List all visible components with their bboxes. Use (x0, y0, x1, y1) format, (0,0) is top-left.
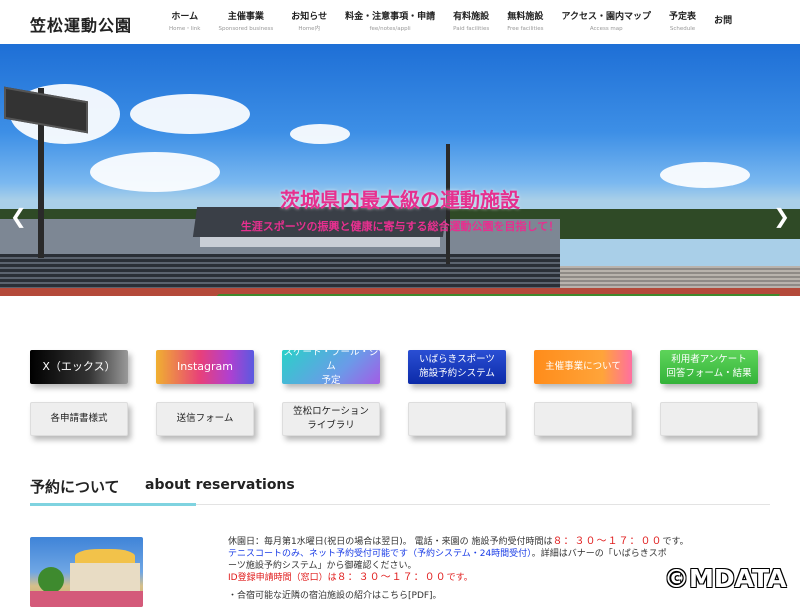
button-label: 予定 (321, 375, 341, 386)
nav-access-map[interactable]: アクセス・園内マップ Access map (552, 0, 660, 44)
far-grandstand (560, 266, 800, 288)
send-form-button[interactable]: 送信フォーム (156, 402, 254, 436)
nav-home[interactable]: ホーム Home・link (160, 0, 209, 44)
button-label: 回答フォーム・結果 (666, 368, 752, 379)
nav-label: 主催事業 (227, 11, 264, 22)
nav-free-facilities[interactable]: 無料施設 Free facilities (498, 0, 552, 44)
section-title-en: about reservations (145, 477, 295, 493)
grass-field (170, 294, 780, 296)
grandstand-roof-edge (200, 237, 440, 247)
button-label: Instagram (177, 360, 233, 373)
sponsored-events-button[interactable]: 主催事業について (534, 350, 632, 384)
flowerbed (30, 591, 143, 607)
reservation-system-button[interactable]: いばらきスポーツ 施設予約システム (408, 350, 506, 384)
button-label: X（エックス） (42, 360, 116, 373)
blank-button[interactable] (408, 402, 506, 436)
info-line: 休園日：毎月第1水曜日(祝日の場合は翌日)。 電話・来園の 施設予約受付時間は８… (228, 536, 788, 548)
button-label: 送信フォーム (176, 413, 234, 424)
hero-slider: 茨城県内最大級の運動施設 生涯スポーツの振興と健康に寄与する総合運動公園を目指し… (0, 44, 800, 296)
site-logo[interactable]: 笠松運動公園 (30, 12, 132, 36)
nav-sublabel: Home内 (298, 25, 321, 32)
main-nav: ホーム Home・link 主催事業 Sponsored business お知… (160, 0, 741, 44)
button-label: スケート・プール・ジム (283, 347, 379, 372)
info-text: 。詳細はバナーの「いばらきスポ (531, 549, 667, 559)
nav-sublabel: Paid facilities (453, 25, 490, 32)
hours-text: ８：３０～１７：００ (552, 536, 663, 547)
section-divider-accent (30, 503, 196, 506)
chevron-left-icon[interactable]: ❮ (10, 204, 27, 228)
cloud-decor (290, 124, 350, 144)
nav-label: ホーム (171, 11, 199, 22)
nav-schedule[interactable]: 予定表 Schedule (660, 0, 705, 44)
nav-contact[interactable]: お問 (705, 0, 741, 44)
blank-button[interactable] (660, 402, 758, 436)
hero-subtitle: 生涯スポーツの振興と健康に寄与する総合運動公園を目指して！ (240, 220, 560, 233)
location-library-button[interactable]: 笠松ロケーション ライブラリ (282, 402, 380, 436)
facility-photo (30, 537, 143, 607)
application-forms-button[interactable]: 各申請書様式 (30, 402, 128, 436)
nav-fees[interactable]: 料金・注意事項・申請 fee/notes/appli (336, 0, 444, 44)
id-registration-text: ID登録申請時間（窓口）は (228, 573, 337, 583)
nav-sublabel: fee/notes/appli (369, 25, 411, 32)
site-header: 笠松運動公園 ホーム Home・link 主催事業 Sponsored busi… (0, 0, 800, 44)
hours-text: ８：３０～１７：００ (336, 572, 447, 583)
button-label: いばらきスポーツ (419, 354, 495, 365)
button-label: 笠松ロケーション (293, 406, 369, 417)
button-label: 主催事業について (545, 361, 621, 372)
nav-label: お問 (714, 16, 733, 26)
nav-label: 料金・注意事項・申請 (345, 11, 436, 22)
nav-news[interactable]: お知らせ Home内 (282, 0, 336, 44)
cloud-decor (130, 94, 250, 134)
section-title: 予約について (30, 478, 120, 496)
nav-sublabel: Schedule (669, 25, 696, 32)
instagram-button[interactable]: Instagram (156, 350, 254, 384)
skate-pool-gym-schedule-button[interactable]: スケート・プール・ジム 予定 (282, 347, 380, 386)
nav-label: 無料施設 (507, 11, 544, 22)
tree-decor (38, 567, 64, 593)
chevron-right-icon[interactable]: ❯ (773, 204, 790, 228)
button-label: 各申請書様式 (50, 413, 108, 424)
nav-label: お知らせ (291, 11, 328, 22)
info-text: です。 (446, 573, 473, 583)
info-text: 休園日：毎月第1水曜日(祝日の場合は翌日)。 電話・来園の 施設予約受付時間は (228, 537, 553, 547)
button-label: 利用者アンケート (671, 354, 747, 365)
nav-label: 有料施設 (453, 11, 490, 22)
info-line: テニスコートのみ、ネット予約受付可能です（予約システム・24時間受付）。詳細はバ… (228, 548, 788, 560)
nav-paid-facilities[interactable]: 有料施設 Paid facilities (444, 0, 498, 44)
watermark: ©MDATA (664, 564, 787, 593)
blank-button[interactable] (534, 402, 632, 436)
nav-sublabel: Access map (589, 25, 623, 32)
nav-sponsored[interactable]: 主催事業 Sponsored business (209, 0, 282, 44)
nav-sublabel: Home・link (169, 25, 201, 32)
nav-sublabel: Sponsored business (218, 25, 274, 32)
button-label: ライブラリ (307, 420, 355, 431)
nav-label: アクセス・園内マップ (561, 11, 652, 22)
building (70, 563, 140, 593)
button-label: 施設予約システム (419, 368, 495, 379)
survey-button[interactable]: 利用者アンケート 回答フォーム・結果 (660, 350, 758, 384)
x-button[interactable]: X（エックス） (30, 350, 128, 384)
tennis-notice: テニスコートのみ、ネット予約受付可能です（予約システム・24時間受付） (228, 549, 532, 559)
hero-title: 茨城県内最大級の運動施設 (280, 188, 520, 212)
info-text: です。 (662, 537, 689, 547)
nav-sublabel: Free facilities (507, 25, 544, 32)
nav-label: 予定表 (669, 11, 697, 22)
